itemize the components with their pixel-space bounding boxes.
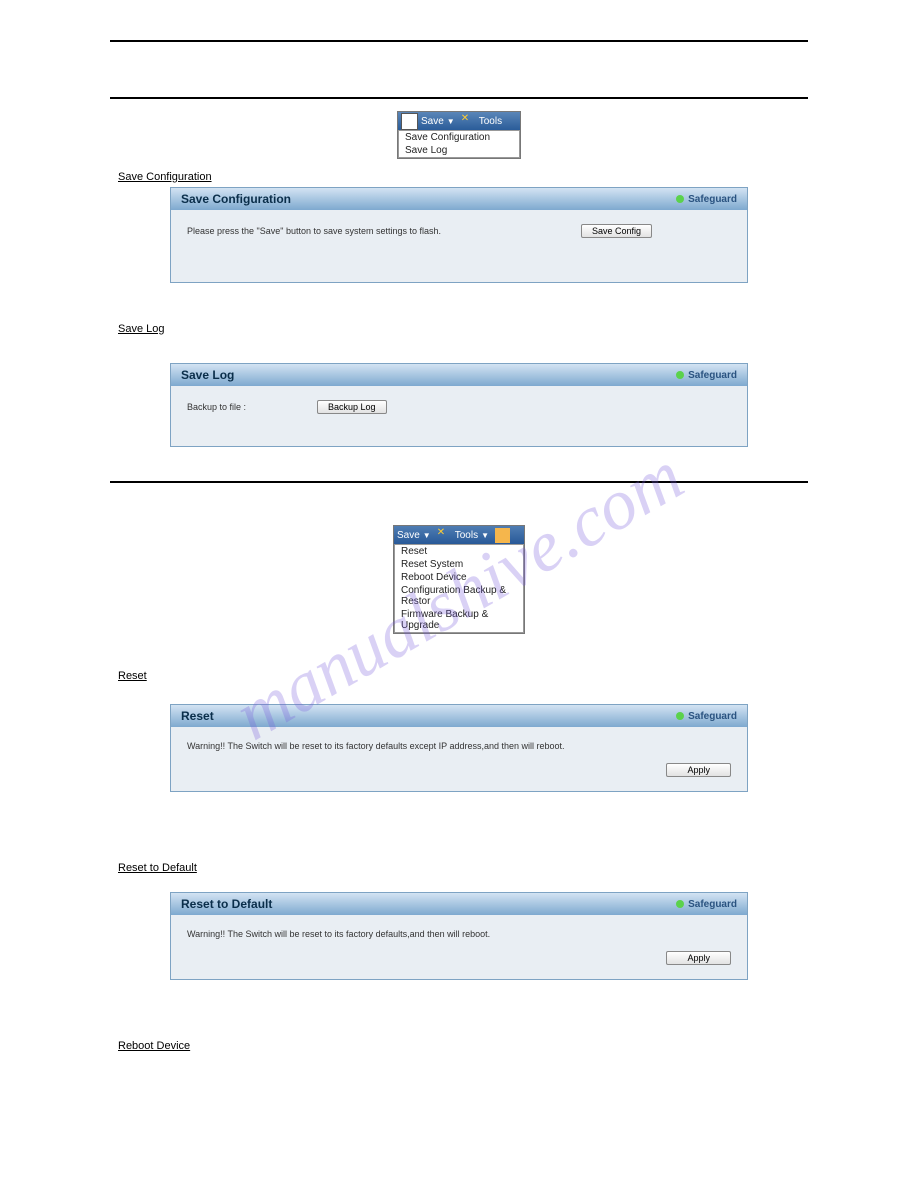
menu-item-save-log[interactable]: Save Log xyxy=(399,144,519,157)
panel-save-log: Save Log Safeguard Backup to file : Back… xyxy=(170,363,748,447)
tools-menu-list: Reset Reset System Reboot Device Configu… xyxy=(394,544,524,633)
safeguard-label: Safeguard xyxy=(688,370,737,381)
panel-body: Warning!! The Switch will be reset to it… xyxy=(171,727,747,791)
panel-reset-default: Reset to Default Safeguard Warning!! The… xyxy=(170,892,748,980)
panel-body: Please press the "Save" button to save s… xyxy=(171,210,747,282)
panel-header: Save Log Safeguard xyxy=(171,364,747,386)
section-heading-reboot: Reboot Device xyxy=(118,1040,918,1052)
reset-warning-message: Warning!! The Switch will be reset to it… xyxy=(187,741,731,751)
status-dot-icon xyxy=(676,371,684,379)
tools-menu-toolbar[interactable]: Save ▼ Tools ▼ xyxy=(394,526,524,544)
panel-save-config: Save Configuration Safeguard Please pres… xyxy=(170,187,748,283)
tools-menu-label: Tools xyxy=(479,116,502,127)
status-dot-icon xyxy=(676,195,684,203)
panel-body: Warning!! The Switch will be reset to it… xyxy=(171,915,747,979)
status-dot-icon xyxy=(676,712,684,720)
status-dot-icon xyxy=(676,900,684,908)
panel-header: Reset to Default Safeguard xyxy=(171,893,747,915)
panel-title: Save Log xyxy=(181,368,234,382)
tools-icon xyxy=(437,528,452,543)
chevron-down-icon: ▼ xyxy=(423,531,431,540)
menu-item-reset[interactable]: Reset xyxy=(395,545,523,558)
chevron-down-icon: ▼ xyxy=(481,531,489,540)
menu-item-config-backup-restore[interactable]: Configuration Backup & Restor xyxy=(395,584,523,608)
section-heading-save-config: Save Configuration xyxy=(118,171,918,183)
panel-title: Reset xyxy=(181,709,214,723)
section-heading-save-log: Save Log xyxy=(118,323,918,335)
save-dropdown-menu: Save ▼ Tools Save Configuration Save Log xyxy=(397,111,521,159)
tools-icon xyxy=(461,114,476,129)
save-config-button[interactable]: Save Config xyxy=(581,224,652,238)
save-partial-label: Save xyxy=(397,530,420,541)
safeguard-label: Safeguard xyxy=(688,711,737,722)
section-heading-reset-default: Reset to Default xyxy=(118,862,918,874)
safeguard-label: Safeguard xyxy=(688,899,737,910)
menu-item-reboot-device[interactable]: Reboot Device xyxy=(395,571,523,584)
document-page: manualshive.com Save ▼ Tools Save Config… xyxy=(0,0,918,1188)
wizard-icon xyxy=(495,528,510,543)
panel-reset: Reset Safeguard Warning!! The Switch wil… xyxy=(170,704,748,792)
menu-item-reset-system[interactable]: Reset System xyxy=(395,558,523,571)
apply-button[interactable]: Apply xyxy=(666,951,731,965)
disk-icon xyxy=(401,113,418,130)
panel-title: Reset to Default xyxy=(181,897,272,911)
reset-default-warning-message: Warning!! The Switch will be reset to it… xyxy=(187,929,731,939)
save-menu-label: Save xyxy=(421,116,444,127)
safeguard-label: Safeguard xyxy=(688,194,737,205)
save-config-message: Please press the "Save" button to save s… xyxy=(187,226,441,236)
section-heading-reset: Reset xyxy=(118,670,918,682)
header-divider xyxy=(110,97,808,99)
backup-file-label: Backup to file : xyxy=(187,402,297,412)
panel-title: Save Configuration xyxy=(181,192,291,206)
tools-label: Tools xyxy=(455,530,478,541)
menu-item-firmware-backup-upgrade[interactable]: Firmware Backup & Upgrade xyxy=(395,608,523,632)
panel-header: Save Configuration Safeguard xyxy=(171,188,747,210)
panel-body: Backup to file : Backup Log xyxy=(171,386,747,446)
chevron-down-icon: ▼ xyxy=(447,117,455,126)
menu-item-save-configuration[interactable]: Save Configuration xyxy=(399,131,519,144)
save-menu-toolbar[interactable]: Save ▼ Tools xyxy=(398,112,520,130)
tools-dropdown-menu: Save ▼ Tools ▼ Reset Reset System Reboot… xyxy=(393,525,525,634)
panel-header: Reset Safeguard xyxy=(171,705,747,727)
backup-log-button[interactable]: Backup Log xyxy=(317,400,387,414)
apply-button[interactable]: Apply xyxy=(666,763,731,777)
save-menu-list: Save Configuration Save Log xyxy=(398,130,520,158)
